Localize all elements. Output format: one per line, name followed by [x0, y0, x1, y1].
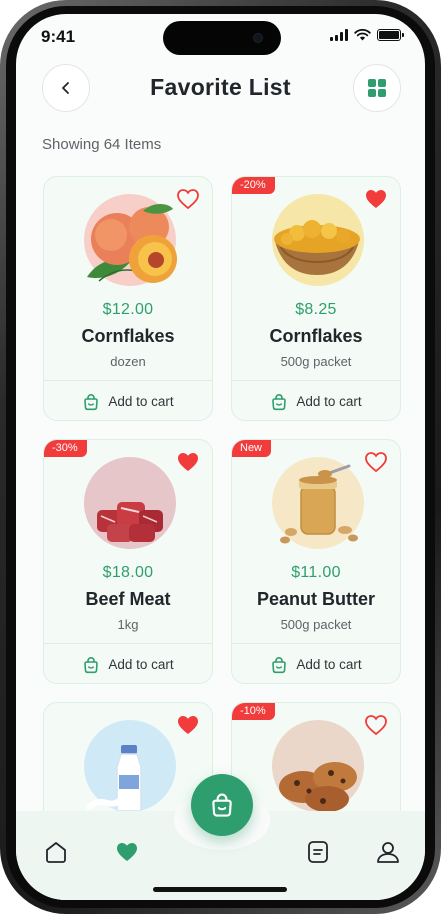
product-unit: dozen: [110, 354, 146, 369]
product-price: $12.00: [102, 301, 154, 318]
profile-icon[interactable]: [375, 839, 401, 865]
add-to-cart-label: Add to cart: [296, 657, 362, 672]
items-count: Showing 64 Items: [42, 136, 162, 153]
status-bar: 9:41: [16, 14, 425, 64]
product-card[interactable]: -20% $8.25 Cornflakes 500g packet Add to…: [231, 176, 401, 421]
cart-fab-button[interactable]: [191, 774, 253, 836]
home-icon[interactable]: [43, 839, 69, 865]
cart-bag-icon: [272, 393, 287, 410]
product-name: Peanut Butter: [256, 589, 375, 609]
status-icons: [330, 29, 404, 41]
add-to-cart-button[interactable]: Add to cart: [44, 644, 212, 683]
cart-bag-icon: [84, 656, 99, 673]
grid-view-icon: [368, 79, 386, 97]
peaches-image: [87, 204, 177, 283]
product-price: $18.00: [102, 564, 154, 581]
product-unit: 1kg: [117, 617, 139, 632]
product-unit: 500g packet: [280, 354, 352, 369]
product-name: Cornflakes: [269, 326, 363, 346]
heart-icon[interactable]: [114, 839, 140, 865]
product-card[interactable]: $12.00 Cornflakes dozen Add to cart: [43, 176, 213, 421]
milk-bottle-image: [86, 745, 142, 812]
screen: 9:41 Favorite List Showing 64 Items $12.…: [16, 14, 425, 900]
status-time: 9:41: [41, 27, 76, 46]
orders-icon[interactable]: [305, 839, 331, 865]
battery-icon: [377, 29, 404, 41]
product-name: Beef Meat: [85, 589, 171, 609]
home-indicator: [153, 887, 287, 892]
add-to-cart-label: Add to cart: [108, 394, 174, 409]
product-price: $8.25: [295, 301, 337, 318]
add-to-cart-button[interactable]: Add to cart: [44, 381, 212, 420]
peanut-butter-jar-image: [280, 464, 358, 544]
grid-view-button[interactable]: [353, 64, 401, 112]
add-to-cart-button[interactable]: Add to cart: [232, 381, 400, 420]
cart-bag-icon: [212, 793, 232, 817]
beef-cubes-image: [97, 502, 163, 542]
signal-icon: [330, 29, 348, 41]
product-name: Cornflakes: [81, 326, 175, 346]
cornflakes-bowl-image: [274, 220, 360, 275]
product-card[interactable]: -30% $18.00 Beef Meat 1kg Add to cart: [43, 439, 213, 684]
add-to-cart-button[interactable]: Add to cart: [232, 644, 400, 683]
add-to-cart-label: Add to cart: [108, 657, 174, 672]
add-to-cart-label: Add to cart: [296, 394, 362, 409]
cart-bag-icon: [272, 656, 287, 673]
app-header: Favorite List: [16, 64, 425, 114]
dynamic-island: [163, 21, 281, 55]
product-card[interactable]: New $11.00 Peanut Butter 500g packet Add…: [231, 439, 401, 684]
product-price: $11.00: [291, 564, 341, 581]
cookies-image: [279, 762, 357, 812]
cart-bag-icon: [84, 393, 99, 410]
product-unit: 500g packet: [280, 617, 352, 632]
camera-icon: [253, 33, 263, 43]
wifi-icon: [354, 29, 371, 41]
